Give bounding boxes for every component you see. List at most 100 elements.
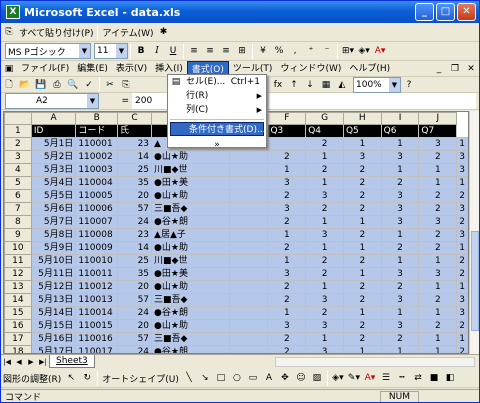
- table-cell[interactable]: [228, 215, 269, 229]
- table-cell[interactable]: 3: [380, 319, 420, 333]
- table-cell[interactable]: 110012: [75, 280, 119, 294]
- table-cell[interactable]: 3: [267, 267, 307, 281]
- table-cell[interactable]: 1: [342, 137, 382, 151]
- table-cell[interactable]: 1: [305, 215, 344, 229]
- row-header[interactable]: 14: [4, 293, 32, 307]
- table-cell[interactable]: 110013: [75, 293, 119, 307]
- table-cell[interactable]: [228, 254, 269, 268]
- table-cell[interactable]: 23: [117, 137, 153, 151]
- table-cell[interactable]: 2: [342, 319, 382, 333]
- table-cell[interactable]: 1: [380, 345, 420, 353]
- table-cell[interactable]: 2: [342, 280, 382, 294]
- 3d-icon[interactable]: ◧: [442, 370, 458, 386]
- table-cell[interactable]: 1: [305, 150, 344, 164]
- table-cell[interactable]: ▲居▲子: [151, 228, 230, 242]
- table-cell[interactable]: 5月6日: [30, 202, 77, 216]
- paste-all-button[interactable]: すべて貼り付け(P): [17, 24, 95, 40]
- table-cell[interactable]: 3: [305, 345, 344, 353]
- table-cell[interactable]: 3: [456, 293, 468, 307]
- oval-icon[interactable]: ○: [229, 370, 245, 386]
- row-header[interactable]: 3: [4, 150, 32, 164]
- column-header[interactable]: G: [305, 112, 344, 125]
- menu-column-item[interactable]: 列(C) ▶: [168, 103, 266, 117]
- select-objects-icon[interactable]: ↖: [63, 370, 79, 386]
- row-header[interactable]: 16: [4, 319, 32, 333]
- next-sheet-icon[interactable]: ▶: [25, 356, 37, 368]
- table-cell[interactable]: 3: [418, 267, 458, 281]
- table-cell[interactable]: 1: [456, 332, 468, 346]
- row-header[interactable]: 7: [4, 202, 32, 216]
- table-cell[interactable]: 1: [305, 241, 344, 255]
- open-icon[interactable]: 📂: [17, 77, 33, 93]
- table-cell[interactable]: 14: [117, 150, 153, 164]
- table-cell[interactable]: 三■吾◆: [151, 332, 230, 346]
- first-sheet-icon[interactable]: |◀: [1, 356, 13, 368]
- table-cell[interactable]: 25: [117, 163, 153, 177]
- increase-decimal-icon[interactable]: ⁺: [303, 43, 319, 59]
- table-cell[interactable]: [228, 267, 269, 281]
- table-cell[interactable]: [228, 202, 269, 216]
- table-cell[interactable]: [228, 319, 269, 333]
- table-cell[interactable]: 110014: [75, 306, 119, 320]
- table-cell[interactable]: 3: [380, 293, 420, 307]
- table-cell[interactable]: 2: [342, 332, 382, 346]
- table-cell[interactable]: ●田★美: [151, 176, 230, 190]
- align-left-icon[interactable]: ≡: [186, 43, 202, 59]
- merge-center-icon[interactable]: ⊞: [234, 43, 250, 59]
- table-cell[interactable]: 5月13日: [30, 293, 77, 307]
- table-cell[interactable]: 1: [456, 241, 468, 255]
- table-cell[interactable]: 5月15日: [30, 319, 77, 333]
- table-cell[interactable]: 110015: [75, 319, 119, 333]
- comma-icon[interactable]: ,: [287, 43, 303, 59]
- table-cell[interactable]: ●谷★朗: [151, 306, 230, 320]
- minimize-button[interactable]: _: [415, 3, 434, 21]
- menu-cell-item[interactable]: ▤ セル(E)... Ctrl+1: [168, 75, 266, 89]
- table-cell[interactable]: 1: [267, 228, 307, 242]
- table-cell[interactable]: 1: [380, 228, 420, 242]
- table-cell[interactable]: 3: [456, 228, 468, 242]
- textbox-icon[interactable]: ▭: [245, 370, 261, 386]
- shadow-icon[interactable]: ■: [426, 370, 442, 386]
- table-cell[interactable]: 3: [380, 202, 420, 216]
- table-cell[interactable]: 3: [305, 319, 344, 333]
- draw-font-color-icon[interactable]: A▾: [362, 370, 378, 386]
- table-cell[interactable]: 1: [342, 306, 382, 320]
- table-cell[interactable]: 2: [456, 254, 468, 268]
- table-cell[interactable]: 2: [342, 254, 382, 268]
- workbook-minimize-button[interactable]: _: [431, 61, 447, 77]
- menu-help[interactable]: ヘルプ(H): [345, 61, 394, 77]
- table-cell[interactable]: 57: [117, 293, 153, 307]
- header-cell[interactable]: Q6: [380, 124, 420, 138]
- table-cell[interactable]: 110016: [75, 332, 119, 346]
- table-cell[interactable]: 2: [380, 241, 420, 255]
- table-cell[interactable]: 110007: [75, 215, 119, 229]
- table-cell[interactable]: 110017: [75, 345, 119, 353]
- menu-view[interactable]: 表示(V): [112, 61, 151, 77]
- table-cell[interactable]: 1: [418, 345, 458, 353]
- table-cell[interactable]: 3: [305, 189, 344, 203]
- row-header[interactable]: 15: [4, 306, 32, 320]
- table-cell[interactable]: 20: [117, 189, 153, 203]
- table-cell[interactable]: 110001: [75, 137, 119, 151]
- table-cell[interactable]: 110009: [75, 241, 119, 255]
- table-cell[interactable]: ●山★助: [151, 280, 230, 294]
- fill-color-icon[interactable]: ◈▾: [356, 43, 372, 59]
- row-header[interactable]: 5: [4, 176, 32, 190]
- table-cell[interactable]: 1: [418, 163, 458, 177]
- table-cell[interactable]: 3: [380, 215, 420, 229]
- row-header[interactable]: 9: [4, 228, 32, 242]
- table-cell[interactable]: 110005: [75, 189, 119, 203]
- row-header[interactable]: 17: [4, 332, 32, 346]
- header-cell[interactable]: ID: [30, 124, 77, 138]
- cut-icon[interactable]: ✂: [102, 77, 118, 93]
- table-cell[interactable]: 1: [418, 176, 458, 190]
- table-cell[interactable]: 5月9日: [30, 241, 77, 255]
- table-cell[interactable]: ●山★助: [151, 189, 230, 203]
- menu-expand-item[interactable]: »: [168, 138, 266, 152]
- align-right-icon[interactable]: ≡: [218, 43, 234, 59]
- table-cell[interactable]: 5月1日: [30, 137, 77, 151]
- function-icon[interactable]: fx: [270, 77, 286, 93]
- table-cell[interactable]: [267, 137, 307, 151]
- table-cell[interactable]: 5月2日: [30, 150, 77, 164]
- header-cell[interactable]: Q3: [267, 124, 307, 138]
